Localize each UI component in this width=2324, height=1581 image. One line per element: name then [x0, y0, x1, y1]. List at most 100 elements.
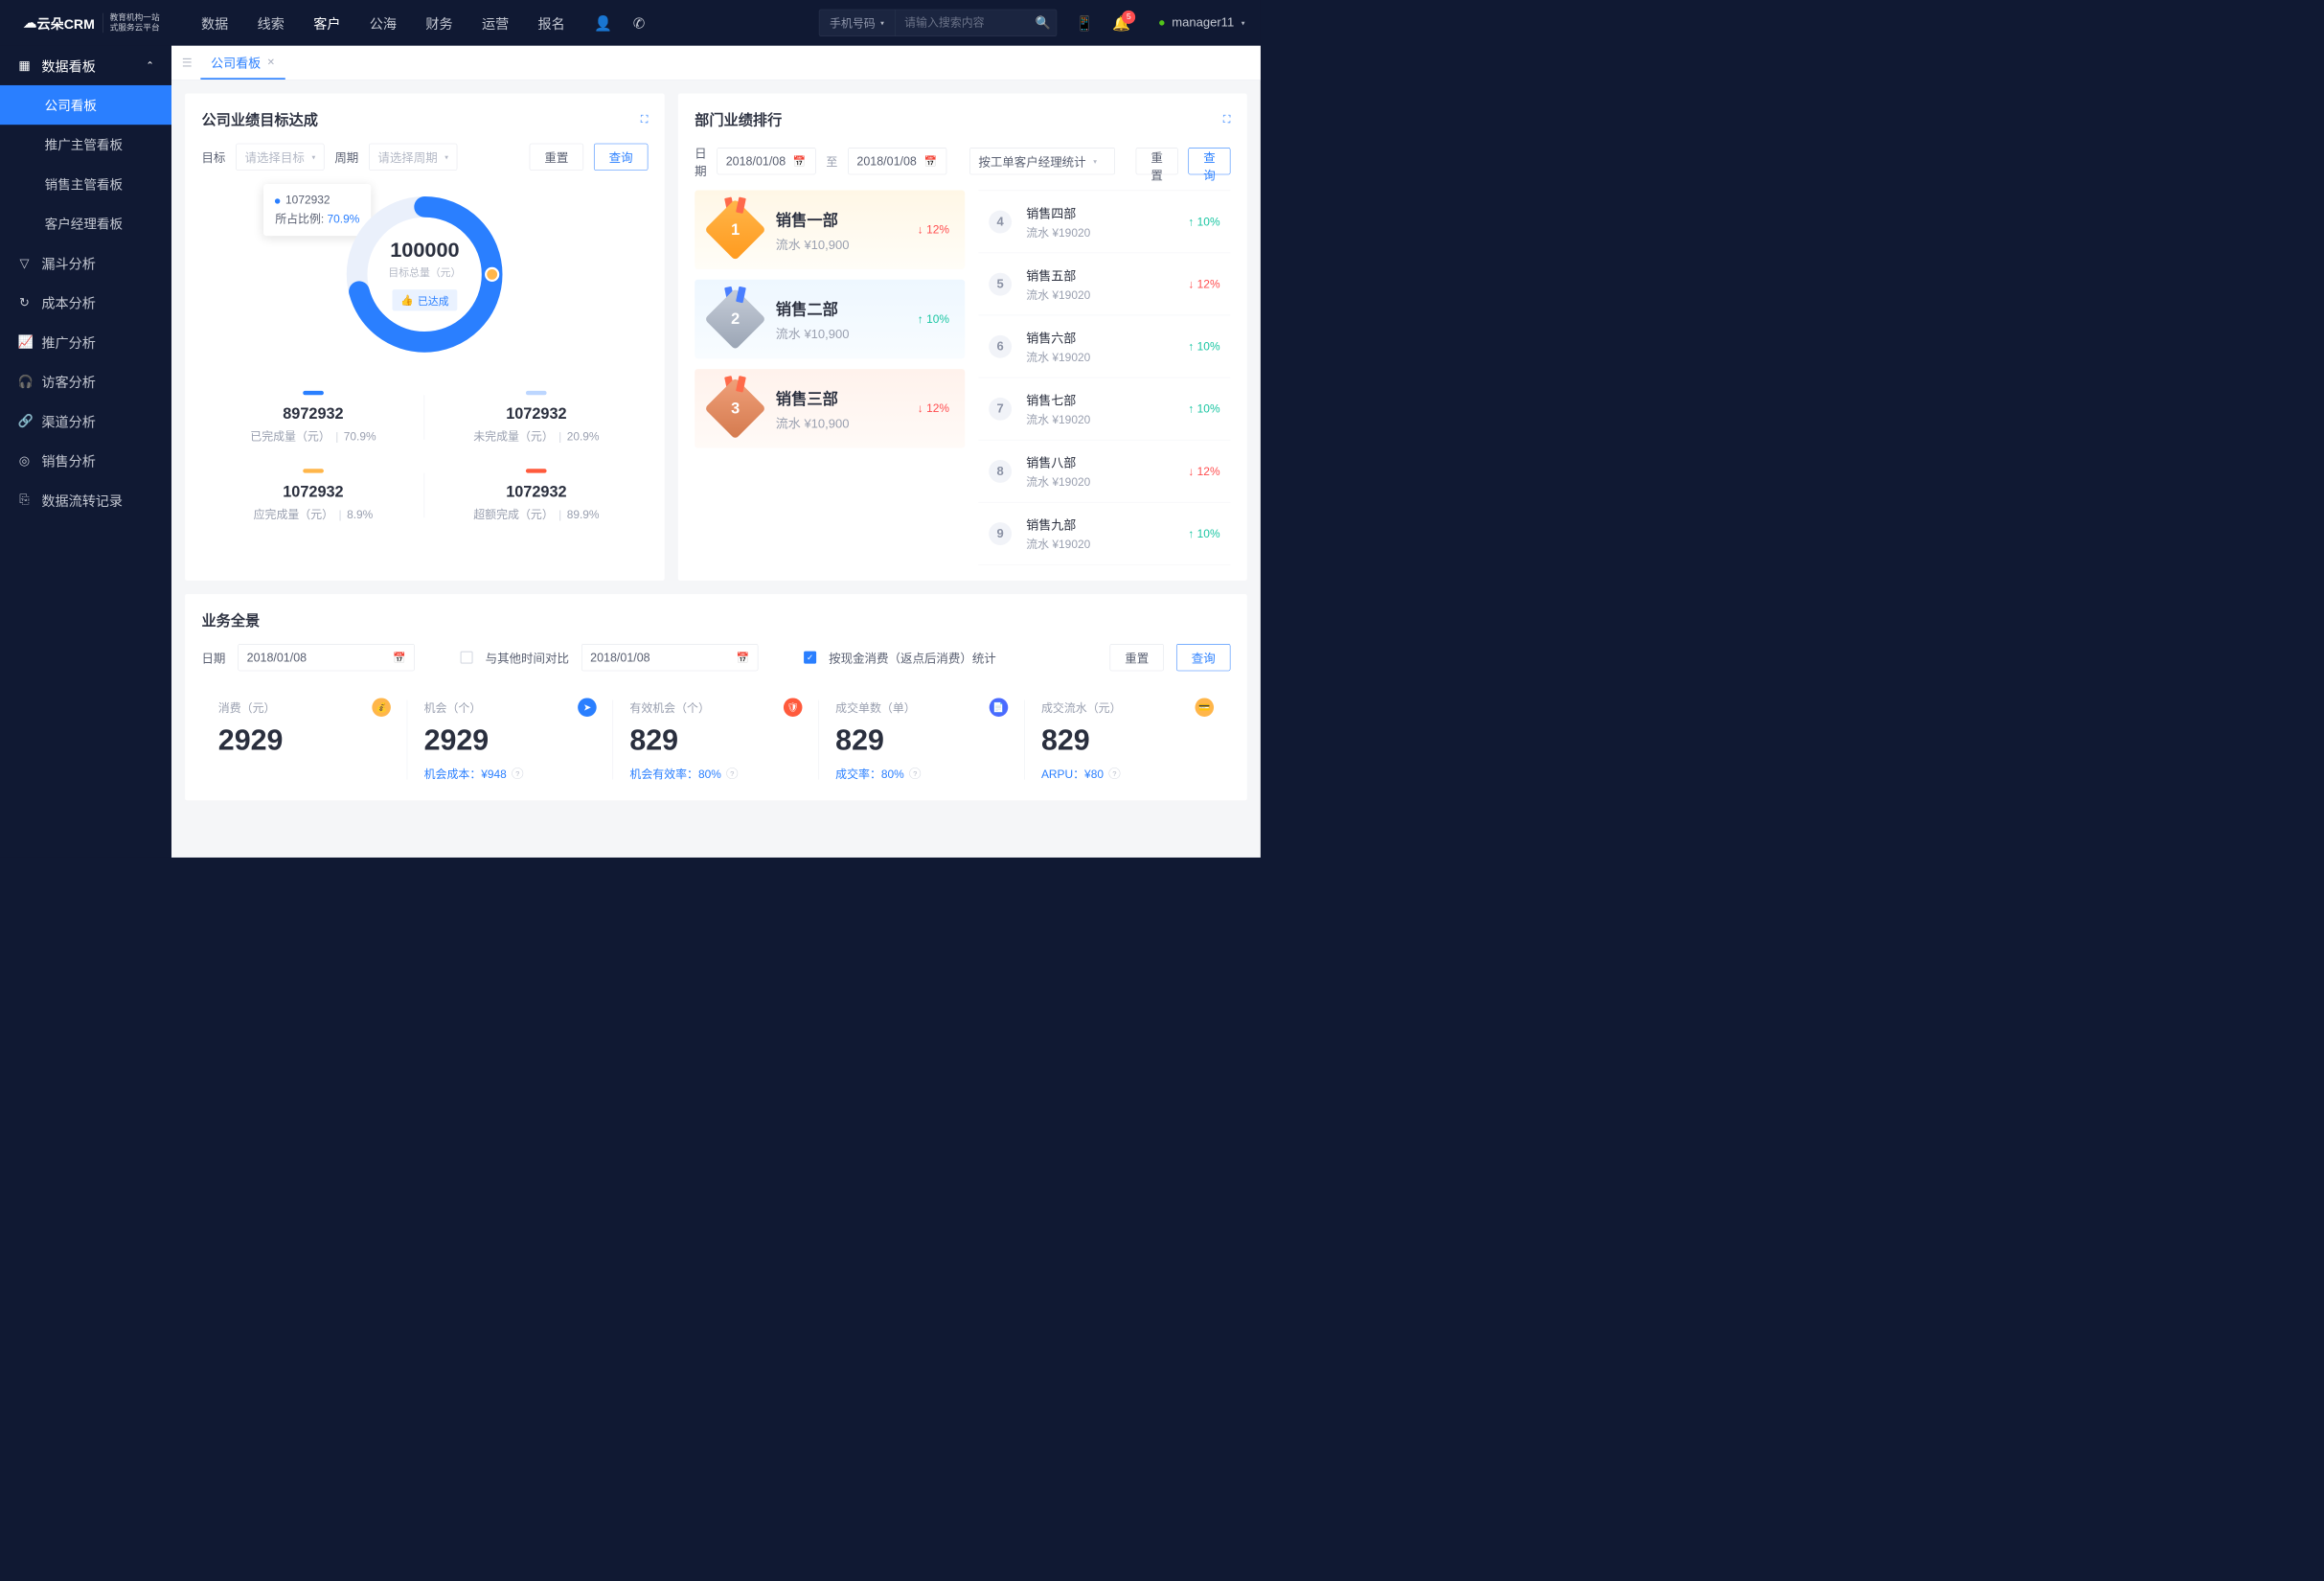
stat-icon: 💰 [372, 698, 391, 717]
close-icon[interactable]: ✕ [267, 57, 275, 67]
medal-icon: 3 [710, 383, 760, 433]
rank-row[interactable]: 9 销售九部流水 ¥19020 ↑ 10% [978, 503, 1230, 565]
search-category[interactable]: 手机号码▾ [819, 10, 895, 35]
overview-stat: 消费（元）💰 2929 [201, 695, 407, 785]
reset-button[interactable]: 重置 [1110, 644, 1164, 671]
status-dot [1159, 20, 1164, 25]
overview-stat: 成交流水（元）💳 829 ARPU：¥80? [1025, 695, 1231, 785]
sidebar-item[interactable]: ▽漏斗分析 [0, 243, 171, 283]
sidebar-item[interactable]: 客户经理看板 [0, 204, 171, 243]
medal-icon: 1 [710, 205, 760, 255]
stat-icon: 📄 [990, 698, 1009, 717]
help-icon[interactable]: ? [909, 768, 921, 779]
search: 手机号码▾ 🔍 [819, 10, 1057, 36]
query-button[interactable]: 查询 [1176, 644, 1230, 671]
calendar-icon: 📅 [793, 154, 807, 168]
help-icon[interactable]: ? [512, 768, 523, 779]
period-select[interactable]: 请选择周期▾ [369, 144, 457, 171]
donut-chart: 1072932 所占比例:70.9% 100000 目标总量（元） 👍已达成 [342, 192, 509, 358]
search-button[interactable]: 🔍 [1030, 15, 1056, 31]
calendar-icon: 📅 [923, 154, 937, 168]
tabbar: ☰ 公司看板 ✕ [171, 46, 1261, 80]
target-select[interactable]: 请选择目标▾ [236, 144, 324, 171]
medal-icon: 2 [710, 294, 760, 344]
nav-item[interactable]: 客户 [313, 13, 340, 33]
sales-icon: ◎ [17, 453, 31, 469]
channel-icon: 🔗 [17, 413, 31, 428]
date-to[interactable]: 2018/01/08📅 [848, 148, 946, 174]
bell-icon[interactable]: 🔔5 [1112, 14, 1130, 32]
nav-item[interactable]: 数据 [201, 13, 228, 33]
cycle-icon: ↻ [17, 295, 31, 310]
nav-item[interactable]: 运营 [482, 13, 509, 33]
search-input[interactable] [895, 16, 1030, 30]
reset-button[interactable]: 重置 [1136, 148, 1178, 174]
calendar-icon: 📅 [737, 651, 750, 664]
card-title: 公司业绩目标达成 [201, 109, 318, 130]
overview-stat: 机会（个）➤ 2929 机会成本：¥948? [407, 695, 613, 785]
phone-icon[interactable]: ✆ [633, 14, 646, 32]
sidebar-item[interactable]: 公司看板 [0, 85, 171, 125]
sidebar-item[interactable]: ◎销售分析 [0, 441, 171, 480]
rank-card[interactable]: 2 销售二部流水 ¥10,900 ↑ 10% [695, 280, 965, 358]
card-target: 公司业绩目标达成 ⛶ 目标 请选择目标▾ 周期 请选择周期▾ 重置 查询 107… [185, 94, 665, 581]
sidebar-item[interactable]: 🔗渠道分析 [0, 401, 171, 441]
overview-stat: 成交单数（单）📄 829 成交率：80%? [819, 695, 1025, 785]
user-icon[interactable]: 👤 [594, 14, 612, 32]
stat-icon: 💳 [1196, 698, 1215, 717]
nav-item[interactable]: 公海 [370, 13, 397, 33]
dashboard-icon: ▦ [17, 57, 31, 73]
logo[interactable]: ☁云朵CRM 教育机构一站式服务云平台 [23, 12, 159, 33]
rank-card[interactable]: 1 销售一部流水 ¥10,900 ↓ 12% [695, 191, 965, 269]
tab-company-board[interactable]: 公司看板 ✕ [200, 46, 285, 80]
nav-item[interactable]: 报名 [538, 13, 565, 33]
mobile-icon[interactable]: 📱 [1076, 14, 1094, 32]
expand-icon[interactable]: ⛶ [1223, 114, 1231, 126]
visitor-icon: 🎧 [17, 374, 31, 389]
thumb-icon: 👍 [400, 293, 414, 307]
stat-cell: 1072932 超额完成（元）|89.9% [424, 456, 648, 534]
stat-cell: 1072932 应完成量（元）|8.9% [201, 456, 424, 534]
filter-icon: ▽ [17, 256, 31, 271]
expand-icon[interactable]: ⛶ [641, 114, 649, 126]
rank-row[interactable]: 6 销售六部流水 ¥19020 ↑ 10% [978, 315, 1230, 378]
nav-item[interactable]: 线索 [258, 13, 285, 33]
date-from[interactable]: 2018/01/08📅 [718, 148, 816, 174]
sidebar-item[interactable]: 🎧访客分析 [0, 362, 171, 401]
rank-row[interactable]: 4 销售四部流水 ¥19020 ↑ 10% [978, 191, 1230, 254]
date-input-1[interactable]: 2018/01/08📅 [238, 644, 414, 671]
stat-icon: ➤ [578, 698, 597, 717]
reset-button[interactable]: 重置 [530, 144, 583, 171]
sidebar: ▦ 数据看板 ⌃ 公司看板推广主管看板销售主管看板客户经理看板 ▽漏斗分析↻成本… [0, 46, 171, 858]
sidebar-item[interactable]: ⎘数据流转记录 [0, 480, 171, 519]
query-button[interactable]: 查询 [594, 144, 648, 171]
rank-row[interactable]: 7 销售七部流水 ¥19020 ↑ 10% [978, 378, 1230, 440]
stat-cell: 8972932 已完成量（元）|70.9% [201, 378, 424, 456]
help-icon[interactable]: ? [726, 768, 738, 779]
rank-row[interactable]: 5 销售五部流水 ¥19020 ↓ 12% [978, 253, 1230, 315]
nav-item[interactable]: 财务 [425, 13, 452, 33]
sidebar-item[interactable]: 📈推广分析 [0, 322, 171, 361]
date-input-2[interactable]: 2018/01/08📅 [581, 644, 758, 671]
stat-icon: 🛡 [784, 698, 803, 717]
status-tag: 👍已达成 [393, 289, 458, 310]
main: ☰ 公司看板 ✕ 公司业绩目标达成 ⛶ 目标 请选择目标▾ 周期 请选择周期▾ … [171, 46, 1261, 858]
overview-stat: 有效机会（个）🛡 829 机会有效率：80%? [613, 695, 819, 785]
sidebar-item[interactable]: ↻成本分析 [0, 283, 171, 322]
rank-row[interactable]: 8 销售八部流水 ¥19020 ↓ 12% [978, 440, 1230, 502]
flow-icon: ⎘ [17, 493, 31, 507]
topnav: ☁云朵CRM 教育机构一站式服务云平台 数据 线索 客户 公海 财务 运营 报名 👤 ✆ 手… [0, 0, 1261, 46]
calendar-icon: 📅 [393, 651, 406, 664]
compare-checkbox[interactable] [461, 652, 473, 664]
sidebar-item[interactable]: 销售主管看板 [0, 164, 171, 203]
hamburger-icon[interactable]: ☰ [182, 56, 193, 69]
sidebar-group-dashboard[interactable]: ▦ 数据看板 ⌃ [0, 46, 171, 85]
rank-card[interactable]: 3 销售三部流水 ¥10,900 ↓ 12% [695, 369, 965, 447]
chevron-up-icon: ⌃ [146, 60, 153, 71]
help-icon[interactable]: ? [1108, 768, 1120, 779]
sidebar-item[interactable]: 推广主管看板 [0, 125, 171, 164]
groupby-select[interactable]: 按工单客户经理统计▾ [969, 148, 1115, 174]
user-menu[interactable]: manager11 ▾ [1159, 15, 1244, 30]
cash-checkbox[interactable] [804, 652, 816, 664]
query-button[interactable]: 查询 [1188, 148, 1230, 174]
